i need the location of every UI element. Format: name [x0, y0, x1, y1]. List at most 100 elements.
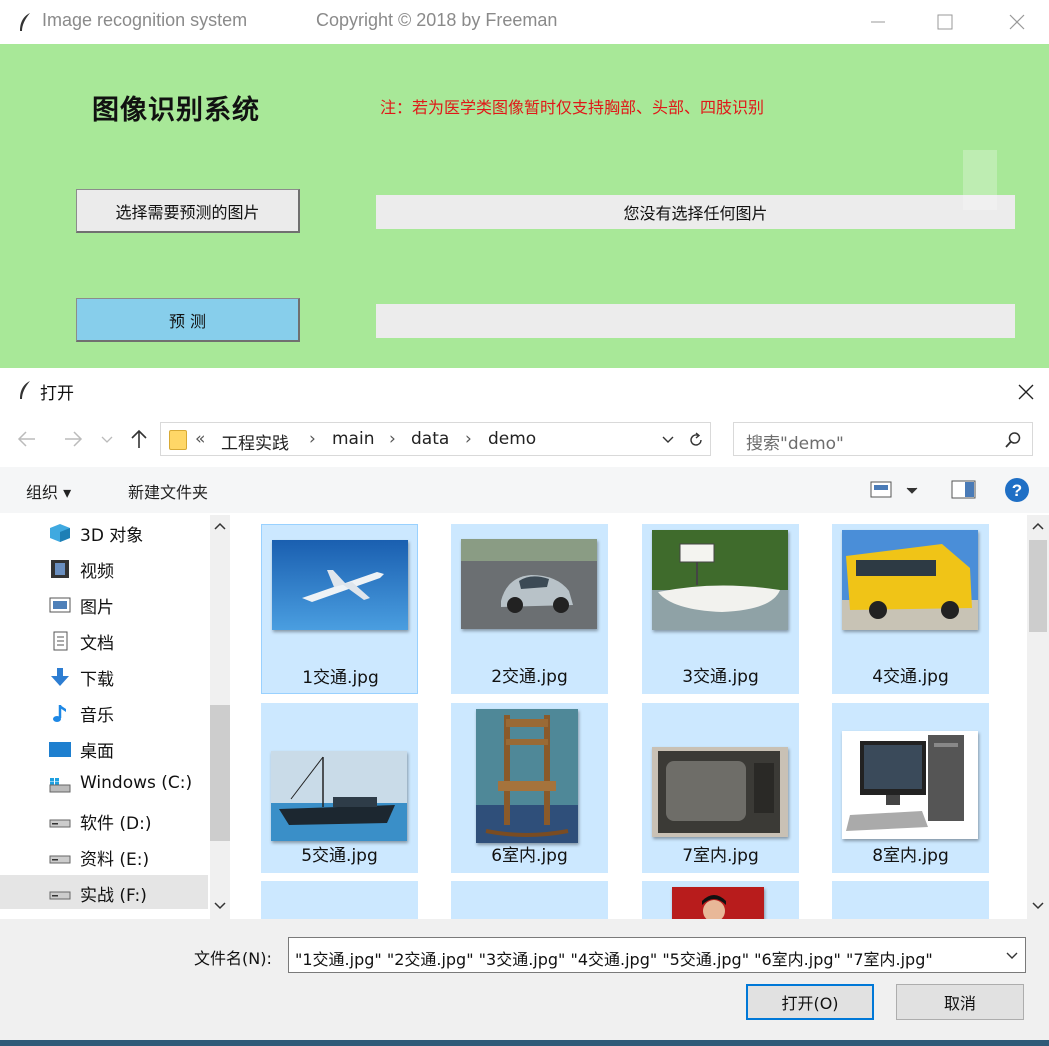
scroll-up-icon[interactable]	[1032, 521, 1044, 531]
nav-item-label: 音乐	[80, 706, 114, 726]
file-name: 8室内.jpg	[872, 846, 949, 866]
nav-item-music[interactable]: 音乐	[0, 695, 208, 729]
nav-item-label: 视频	[80, 562, 114, 582]
dialog-title: 打开	[40, 384, 74, 404]
nav-item-drive-d[interactable]: 软件 (D:)	[0, 803, 208, 837]
preview-pane-icon[interactable]	[951, 480, 977, 500]
desktop-icon	[49, 742, 71, 757]
filename-value[interactable]: "1交通.jpg" "2交通.jpg" "3交通.jpg" "4交通.jpg" …	[295, 946, 995, 970]
open-file-dialog: 打开 « 工程实践 › main › data › demo 搜索"demo"	[0, 368, 1049, 1040]
file-name: 2交通.jpg	[491, 667, 568, 687]
up-arrow-icon[interactable]	[128, 428, 150, 450]
desktop-background	[0, 1040, 1049, 1046]
nav-item-label: 下载	[80, 670, 114, 690]
file-tile[interactable]	[642, 881, 799, 919]
watermark-logo	[963, 150, 997, 210]
video-icon	[51, 560, 69, 578]
scroll-down-icon[interactable]	[214, 901, 226, 911]
nav-item-label: 3D 对象	[80, 526, 144, 546]
nav-item-label: Windows (C:)	[80, 773, 193, 793]
scroll-down-icon[interactable]	[1032, 901, 1044, 911]
file-tile[interactable]: 5交通.jpg	[261, 703, 418, 873]
nav-item-videos[interactable]: 视频	[0, 551, 208, 585]
breadcrumb-item[interactable]: demo	[488, 429, 536, 449]
file-name: 7室内.jpg	[682, 846, 759, 866]
breadcrumb-item[interactable]: main	[332, 429, 374, 449]
refresh-icon[interactable]	[687, 431, 705, 449]
file-tile[interactable]: 7室内.jpg	[642, 703, 799, 873]
nav-item-label: 图片	[80, 598, 114, 618]
cancel-button[interactable]: 取消	[896, 984, 1024, 1020]
address-bar[interactable]: « 工程实践 › main › data › demo	[160, 422, 711, 456]
breadcrumb-item[interactable]: data	[411, 429, 449, 449]
thumbnail-airplane	[272, 540, 408, 630]
new-folder-button[interactable]: 新建文件夹	[128, 479, 208, 503]
thumbnail-car	[461, 539, 597, 629]
file-tile[interactable]	[451, 881, 608, 919]
file-grid: 1交通.jpg 2交通.jpg 3交通.jpg 4交通.jpg 5交通.jpg …	[240, 515, 1030, 919]
choose-image-button[interactable]: 选择需要预测的图片	[76, 189, 300, 233]
close-icon[interactable]	[994, 8, 1040, 36]
grid-scroll-thumb[interactable]	[1029, 540, 1047, 632]
file-tile[interactable]: 8室内.jpg	[832, 703, 989, 873]
file-name: 1交通.jpg	[302, 668, 379, 688]
breadcrumb-overflow[interactable]: «	[195, 429, 205, 449]
title-bar: Image recognition system Copyright © 201…	[0, 0, 1049, 44]
nav-scroll-thumb[interactable]	[210, 705, 230, 841]
file-tile[interactable]: 1交通.jpg	[261, 524, 418, 694]
nav-item-drive-c[interactable]: Windows (C:)	[0, 767, 208, 801]
predict-button[interactable]: 预 测	[76, 298, 300, 342]
view-options-icon[interactable]	[870, 480, 926, 500]
back-arrow-icon[interactable]	[16, 428, 38, 450]
thumbnail-ship	[271, 751, 407, 841]
dialog-close-icon[interactable]	[1014, 380, 1038, 404]
drive-icon	[49, 819, 71, 828]
cube-3d-icon	[50, 524, 70, 542]
file-name: 5交通.jpg	[301, 846, 378, 866]
drive-icon	[49, 891, 71, 900]
nav-item-drive-f[interactable]: 实战 (F:)	[0, 875, 208, 909]
maximize-icon[interactable]	[922, 8, 968, 36]
breadcrumb-item[interactable]: 工程实践	[221, 429, 289, 454]
app-title: 图像识别系统	[92, 95, 260, 126]
breadcrumb-separator: ›	[389, 429, 396, 449]
nav-item-pictures[interactable]: 图片	[0, 587, 208, 621]
forward-arrow-icon[interactable]	[62, 428, 84, 450]
file-tile[interactable]	[261, 881, 418, 919]
file-name: 4交通.jpg	[872, 667, 949, 687]
breadcrumb-separator: ›	[465, 429, 472, 449]
minimize-icon[interactable]	[855, 8, 901, 36]
file-tile[interactable]: 6室内.jpg	[451, 703, 608, 873]
search-icon[interactable]	[1004, 431, 1022, 449]
music-icon	[53, 705, 66, 722]
nav-item-label: 实战 (F:)	[80, 886, 147, 906]
thumbnail-person	[672, 887, 764, 919]
file-tile[interactable]: 4交通.jpg	[832, 524, 989, 694]
organize-menu[interactable]: 组织 ▾	[26, 479, 71, 503]
nav-item-desktop[interactable]: 桌面	[0, 731, 208, 765]
search-box[interactable]: 搜索"demo"	[733, 422, 1033, 456]
navigation-pane: 3D 对象 视频 图片 文档 下载 音乐 桌面 Windows (C:) 软件 …	[0, 515, 230, 919]
help-icon[interactable]: ?	[1004, 477, 1030, 503]
file-tile[interactable]	[832, 881, 989, 919]
file-tile[interactable]: 3交通.jpg	[642, 524, 799, 694]
nav-item-documents[interactable]: 文档	[0, 623, 208, 657]
nav-item-downloads[interactable]: 下载	[0, 659, 208, 693]
documents-icon	[53, 631, 68, 651]
windows-drive-icon	[49, 778, 71, 793]
recent-locations-chevron-icon[interactable]	[100, 428, 114, 450]
address-dropdown-icon[interactable]	[661, 433, 675, 447]
file-name: 6室内.jpg	[491, 846, 568, 866]
search-placeholder[interactable]: 搜索"demo"	[746, 429, 844, 454]
thumbnail-tv	[652, 747, 788, 837]
file-tile[interactable]: 2交通.jpg	[451, 524, 608, 694]
nav-item-3d-objects[interactable]: 3D 对象	[0, 515, 208, 549]
scroll-up-icon[interactable]	[214, 521, 226, 531]
folder-icon	[169, 430, 187, 450]
filename-dropdown-icon[interactable]	[1005, 950, 1019, 962]
open-button[interactable]: 打开(O)	[746, 984, 874, 1020]
nav-item-label: 软件 (D:)	[80, 814, 152, 834]
filename-input[interactable]: "1交通.jpg" "2交通.jpg" "3交通.jpg" "4交通.jpg" …	[288, 937, 1026, 973]
thumbnail-boat	[652, 530, 788, 630]
nav-item-drive-e[interactable]: 资料 (E:)	[0, 839, 208, 873]
